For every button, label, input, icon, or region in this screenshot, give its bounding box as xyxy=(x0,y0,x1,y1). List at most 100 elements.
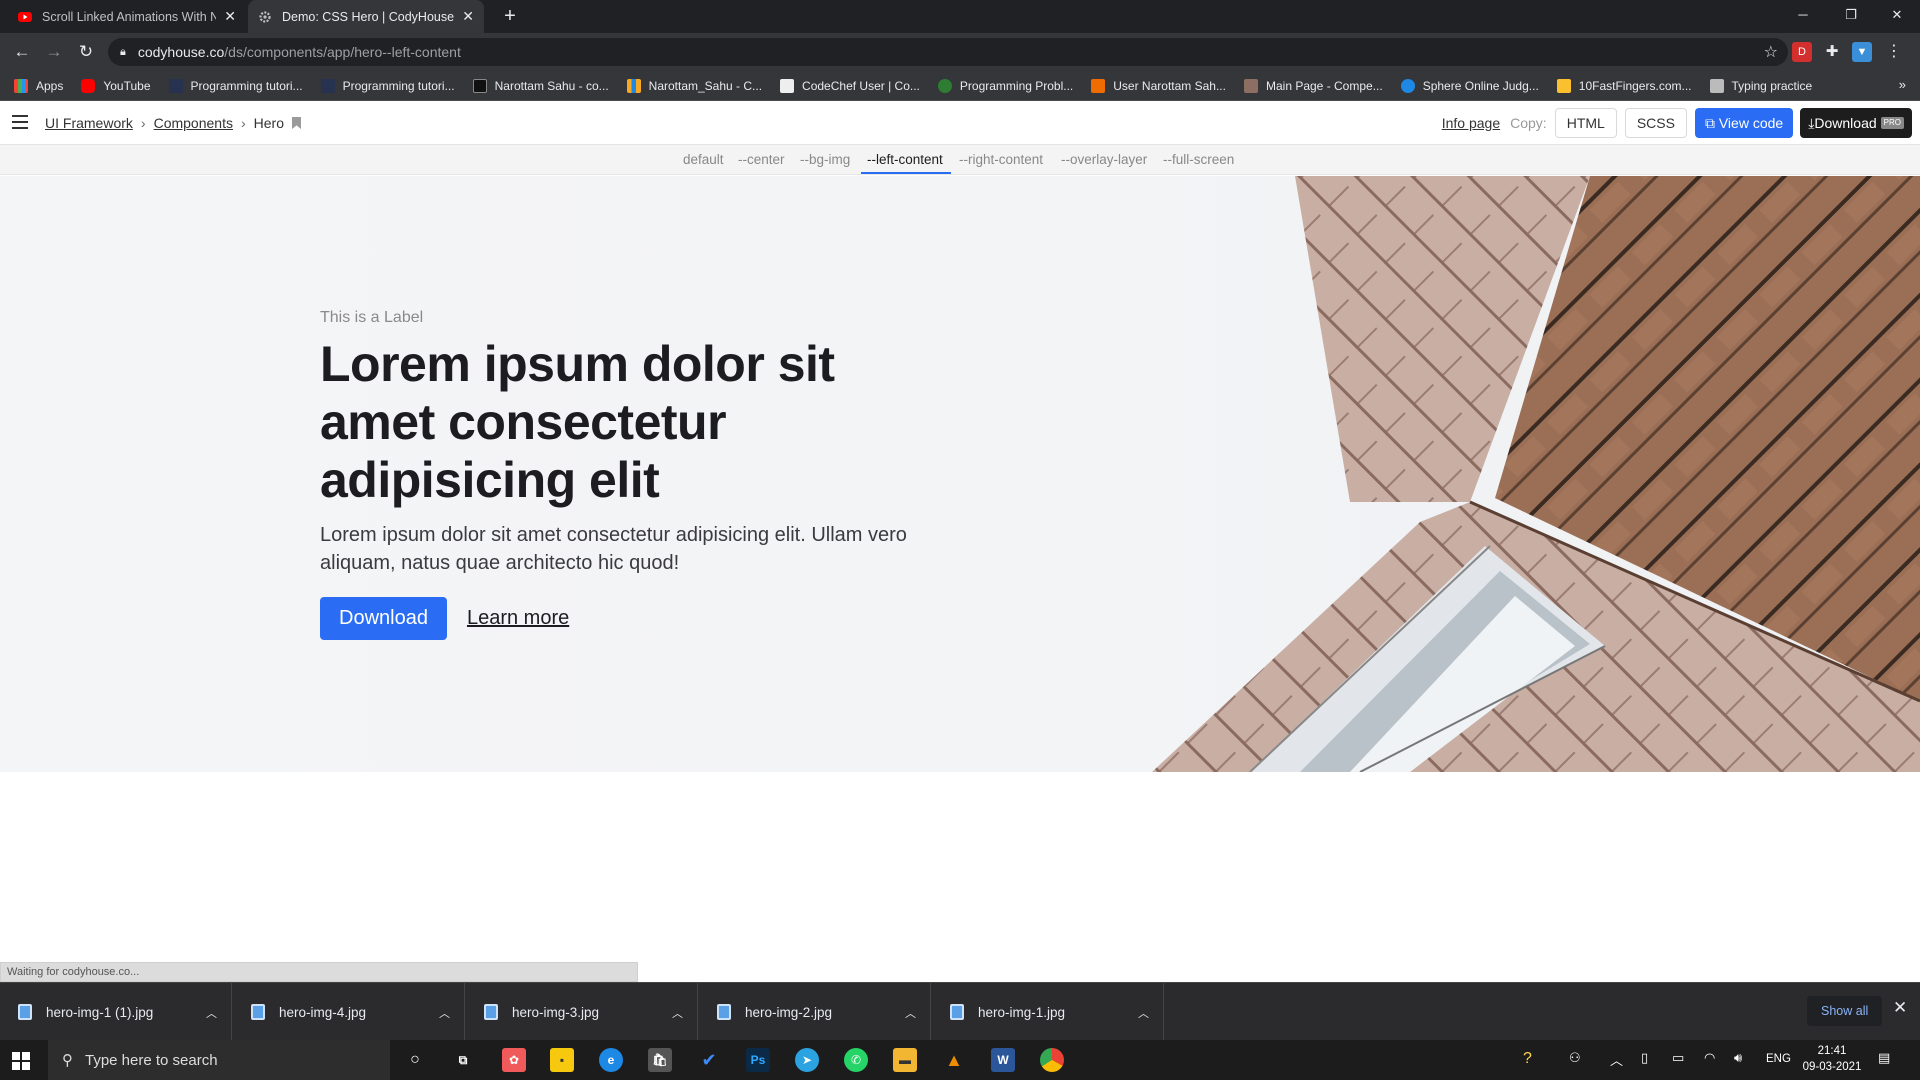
gfg-icon xyxy=(937,78,952,93)
extension-red-icon[interactable]: D xyxy=(1792,42,1812,62)
telegram-icon[interactable]: ➤ xyxy=(795,1048,819,1072)
bookmark-narottam-1[interactable]: Narottam Sahu - co... xyxy=(472,78,609,93)
bookmark-apps[interactable]: Apps xyxy=(14,78,63,93)
address-bar[interactable]: 🔒︎ codyhouse.co /ds/components/app/hero-… xyxy=(108,38,1788,66)
view-code-button[interactable]: ⧉ View code xyxy=(1694,108,1794,138)
restore-icon[interactable]: ❐ xyxy=(1828,0,1874,30)
hero-learn-more-link[interactable]: Learn more xyxy=(467,607,569,630)
site-icon xyxy=(1709,78,1724,93)
extension-blue-icon[interactable]: ▼ xyxy=(1852,42,1872,62)
chevron-up-icon[interactable]: ︿ xyxy=(672,1005,683,1021)
bookmark-typing-practice[interactable]: Typing practice xyxy=(1709,78,1812,93)
bookmark-problems[interactable]: Programming Probl... xyxy=(937,78,1073,93)
variant-tab-bg-img[interactable]: --bg-img xyxy=(800,152,850,167)
menu-icon[interactable] xyxy=(12,115,28,129)
system-clock[interactable]: 21:41 09-03-2021 xyxy=(1800,1043,1864,1075)
word-icon[interactable]: W xyxy=(991,1048,1015,1072)
photoshop-icon[interactable]: Ps xyxy=(746,1048,770,1072)
back-icon[interactable]: ← xyxy=(10,40,34,64)
reload-icon[interactable]: ↻ xyxy=(74,40,98,64)
copy-scss-button[interactable]: SCSS xyxy=(1624,108,1687,138)
variant-tab-overlay-layer[interactable]: --overlay-layer xyxy=(1061,152,1147,167)
bookmarks-overflow-icon[interactable]: » xyxy=(1899,77,1906,92)
download-pro-button[interactable]: ⤓ Download PRO xyxy=(1800,108,1912,138)
image-file-icon xyxy=(18,1004,32,1020)
task-view-icon[interactable]: ⧉ xyxy=(451,1048,475,1072)
download-item[interactable]: hero-img-3.jpg ︿ xyxy=(466,983,698,1041)
breadcrumb-ui-framework[interactable]: UI Framework xyxy=(45,115,133,131)
info-page-link[interactable]: Info page xyxy=(1442,115,1500,131)
image-file-icon xyxy=(484,1004,498,1020)
variant-tab-full-screen[interactable]: --full-screen xyxy=(1163,152,1234,167)
bookmark-codechef[interactable]: CodeChef User | Co... xyxy=(780,78,920,93)
whatsapp-icon[interactable]: ✆ xyxy=(844,1048,868,1072)
language-indicator[interactable]: ENG xyxy=(1766,1053,1791,1065)
edge-icon[interactable]: e xyxy=(599,1048,623,1072)
people-icon[interactable]: ⚇ xyxy=(1569,1050,1581,1066)
hero-building-image xyxy=(1152,176,1920,772)
notifications-icon[interactable]: ▤ xyxy=(1878,1050,1890,1066)
tab-demo-css-hero[interactable]: Demo: CSS Hero | CodyHouse ✕ xyxy=(248,0,484,33)
app-icon[interactable]: ✿ xyxy=(502,1048,526,1072)
wifi-icon[interactable]: ◠ xyxy=(1704,1050,1715,1066)
bookmark-10fastfingers[interactable]: 10FastFingers.com... xyxy=(1556,78,1692,93)
download-shelf: hero-img-1 (1).jpg ︿ hero-img-4.jpg ︿ hero… xyxy=(0,982,1920,1041)
chrome-icon[interactable] xyxy=(1040,1048,1064,1072)
variant-tab-right-content[interactable]: --right-content xyxy=(959,152,1043,167)
breadcrumb-components[interactable]: Components xyxy=(154,115,233,131)
bookmark-narottam-2[interactable]: Narottam_Sahu - C... xyxy=(626,78,762,93)
bookmark-star-icon[interactable]: ☆ xyxy=(1764,42,1778,62)
copy-html-button[interactable]: HTML xyxy=(1554,108,1617,138)
windows-start-icon[interactable] xyxy=(12,1052,30,1070)
chevron-up-icon[interactable]: ︿ xyxy=(905,1005,916,1021)
cortana-icon[interactable]: ○ xyxy=(403,1048,427,1072)
variant-tab-default[interactable]: default xyxy=(683,152,724,167)
clock-time: 21:41 xyxy=(1817,1045,1847,1057)
store-icon[interactable]: 🛍︎ xyxy=(648,1048,672,1072)
pro-badge: PRO xyxy=(1880,117,1904,129)
download-item[interactable]: hero-img-1 (1).jpg ︿ xyxy=(0,983,232,1041)
browser-menu-icon[interactable]: ⋮ xyxy=(1884,42,1904,62)
taskbar-search-box[interactable]: ⚲ Type here to search xyxy=(48,1040,390,1080)
window-close-icon[interactable]: ✕ xyxy=(1874,0,1920,30)
bookmark-programming-2[interactable]: Programming tutori... xyxy=(320,78,455,93)
extensions-puzzle-icon[interactable]: ✚ xyxy=(1822,42,1842,62)
download-item[interactable]: hero-img-1.jpg ︿ xyxy=(932,983,1164,1041)
bookmark-spoj[interactable]: Sphere Online Judg... xyxy=(1400,78,1539,93)
minimize-icon[interactable]: ─ xyxy=(1780,0,1826,30)
browser-status-bar: Waiting for codyhouse.co... xyxy=(0,962,638,982)
variant-tab-left-content[interactable]: --left-content xyxy=(867,152,943,167)
device-icon[interactable]: ▯ xyxy=(1641,1050,1648,1066)
close-shelf-icon[interactable]: ✕ xyxy=(1893,998,1907,1018)
tray-overflow-icon[interactable]: ︿ xyxy=(1610,1050,1623,1069)
bookmark-programming-1[interactable]: Programming tutori... xyxy=(168,78,303,93)
sticky-notes-icon[interactable]: ▪ xyxy=(550,1048,574,1072)
codechef-icon xyxy=(780,78,795,93)
hero-download-button[interactable]: Download xyxy=(320,597,447,640)
copy-label: Copy: xyxy=(1510,115,1547,131)
download-item[interactable]: hero-img-2.jpg ︿ xyxy=(699,983,931,1041)
help-icon[interactable]: ? xyxy=(1523,1050,1532,1068)
bookmark-user-narottam[interactable]: User Narottam Sah... xyxy=(1091,78,1226,93)
tab-scroll-linked-animations[interactable]: Scroll Linked Animations With N ✕ xyxy=(8,0,246,33)
chevron-right-icon: › xyxy=(240,115,246,131)
forward-icon[interactable]: → xyxy=(42,40,66,64)
chevron-up-icon[interactable]: ︿ xyxy=(439,1005,450,1021)
chevron-up-icon[interactable]: ︿ xyxy=(1138,1005,1149,1021)
chevron-up-icon[interactable]: ︿ xyxy=(206,1005,217,1021)
bookmark-main-page[interactable]: Main Page - Compe... xyxy=(1243,78,1383,93)
close-tab-icon[interactable]: ✕ xyxy=(224,8,236,25)
vlc-icon[interactable]: ▲ xyxy=(942,1048,966,1072)
new-tab-plus-icon[interactable]: + xyxy=(498,4,522,28)
battery-icon[interactable]: ▭ xyxy=(1672,1050,1684,1066)
show-all-downloads-button[interactable]: Show all xyxy=(1807,996,1883,1026)
file-explorer-icon[interactable]: ▬ xyxy=(893,1048,917,1072)
bookmark-youtube[interactable]: YouTube xyxy=(81,78,151,93)
volume-icon[interactable]: 🔊︎ xyxy=(1734,1050,1742,1066)
variant-tab-center[interactable]: --center xyxy=(738,152,785,167)
download-item[interactable]: hero-img-4.jpg ︿ xyxy=(233,983,465,1041)
bookmark-icon[interactable] xyxy=(292,117,301,129)
topbar-actions: Info page Copy: HTML SCSS ⧉ View code ⤓ … xyxy=(1442,108,1912,138)
close-tab-icon[interactable]: ✕ xyxy=(462,8,474,25)
todo-icon[interactable]: ✔ xyxy=(697,1048,721,1072)
